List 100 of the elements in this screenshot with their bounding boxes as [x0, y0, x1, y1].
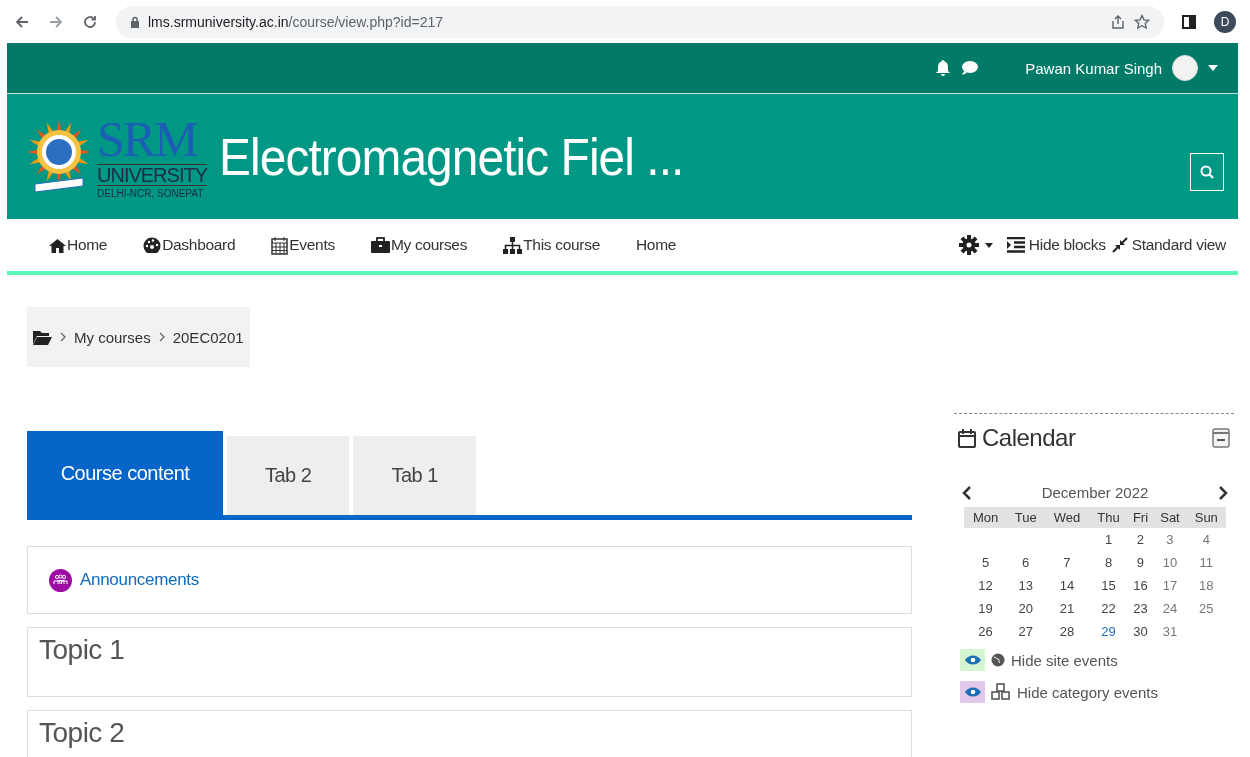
calendar-day[interactable]: 8 [1089, 551, 1128, 574]
calendar-day[interactable]: 22 [1089, 597, 1128, 620]
calendar-icon [271, 235, 289, 255]
lock-icon [130, 15, 140, 28]
caret-icon[interactable] [984, 242, 993, 248]
weekday-header: Fri [1127, 507, 1154, 528]
topic-title: Topic 1 [39, 634, 126, 666]
gauge-icon [143, 237, 162, 253]
nav-link[interactable]: Hide blocks [1006, 236, 1106, 254]
url-text: lms.srmuniversity.ac.in/course/view.php?id=217 [148, 13, 444, 30]
calendar-day[interactable]: 10 [1153, 551, 1187, 574]
calendar-day[interactable]: 1 [1089, 528, 1128, 551]
nav-link[interactable]: Home [635, 236, 677, 254]
chat-icon[interactable] [961, 60, 980, 76]
weekday-header: Wed [1044, 507, 1090, 528]
sitemap-icon [503, 236, 523, 254]
reload-icon[interactable] [82, 13, 98, 30]
eye-toggle[interactable] [960, 681, 985, 703]
topic-title: Topic 2 [39, 717, 126, 749]
profile-avatar[interactable]: D [1214, 10, 1236, 33]
calendar-day[interactable]: 25 [1186, 597, 1226, 620]
share-icon[interactable] [1110, 13, 1126, 30]
eye-icon [964, 687, 981, 697]
search-button[interactable] [1190, 152, 1224, 191]
indent-icon [1006, 237, 1025, 253]
calendar-day[interactable]: 17 [1153, 574, 1187, 597]
side-panel-icon[interactable] [1182, 14, 1196, 29]
calendar-day[interactable]: 13 [1007, 574, 1045, 597]
nav-link[interactable]: Home [49, 236, 108, 254]
address-bar[interactable]: lms.srmuniversity.ac.in/course/view.php?id=217 [116, 5, 1164, 38]
logo-subtitle: UNIVERSITY [97, 164, 208, 186]
nav-link[interactable]: Standard view [1111, 236, 1226, 254]
chevron-left-icon[interactable] [962, 485, 972, 500]
nav-link[interactable]: Events [271, 235, 335, 255]
weekday-header: Sat [1153, 507, 1187, 528]
calendar-day[interactable]: 7 [1044, 551, 1090, 574]
month-label: December 2022 [1041, 484, 1149, 501]
weekday-header: Sun [1186, 507, 1226, 528]
breadcrumb-link[interactable]: My courses [74, 328, 151, 346]
calendar-day[interactable]: 2 [1127, 528, 1154, 551]
calendar-day[interactable]: 18 [1186, 574, 1226, 597]
calendar-day[interactable]: 28 [1044, 620, 1090, 643]
activity-link[interactable]: Announcements [80, 570, 199, 590]
calendar-day[interactable]: 16 [1127, 574, 1154, 597]
breadcrumb-link[interactable]: 20EC0201 [172, 328, 244, 346]
minimize-icon[interactable] [1212, 428, 1230, 448]
filter-link[interactable]: Hide category events [1017, 683, 1158, 701]
nav-link[interactable]: This course [503, 236, 600, 254]
nav-link[interactable]: Dashboard [143, 236, 236, 254]
nav-link[interactable]: My courses [370, 236, 468, 254]
university-logo[interactable]: SRM UNIVERSITY DELHI-NCR, SONEPAT [25, 111, 208, 202]
compress-arrows-icon [1111, 237, 1128, 253]
calendar-day[interactable]: 15 [1089, 574, 1128, 597]
calendar-day[interactable]: 20 [1007, 597, 1045, 620]
calendar-day[interactable]: 31 [1153, 620, 1187, 643]
calendar-day[interactable]: 21 [1044, 597, 1090, 620]
chevron-icon [158, 332, 165, 342]
search-icon [1200, 164, 1214, 179]
people-icon [53, 574, 68, 586]
calendar-day[interactable]: 27 [1007, 620, 1045, 643]
logo-location: DELHI-NCR, SONEPAT [97, 189, 205, 199]
calendar-day[interactable]: 3 [1153, 528, 1187, 551]
gear-icon[interactable] [958, 235, 979, 255]
eye-toggle[interactable] [960, 649, 985, 671]
calendar-day[interactable]: 11 [1186, 551, 1226, 574]
calendar-day[interactable]: 29 [1089, 620, 1128, 643]
calendar-day[interactable]: 5 [964, 551, 1008, 574]
forward-icon[interactable] [48, 13, 64, 30]
globe-icon [991, 653, 1005, 667]
calendar-day[interactable]: 14 [1044, 574, 1090, 597]
briefcase-icon [370, 237, 390, 253]
tab[interactable]: Tab 1 [353, 436, 476, 515]
calendar-day[interactable]: 30 [1127, 620, 1154, 643]
calendar-icon [958, 428, 976, 448]
cubes-icon [991, 683, 1011, 701]
back-icon[interactable] [14, 13, 30, 30]
user-avatar[interactable] [1172, 55, 1198, 81]
bell-icon[interactable] [935, 59, 952, 77]
user-name[interactable]: Pawan Kumar Singh [1025, 59, 1162, 77]
filter-link[interactable]: Hide site events [1011, 651, 1118, 669]
block-title: Calendar [982, 424, 1077, 452]
calendar-day[interactable]: 24 [1153, 597, 1187, 620]
chevron-icon [60, 332, 66, 342]
chevron-right-icon[interactable] [1218, 485, 1228, 500]
calendar-day[interactable]: 19 [964, 597, 1008, 620]
folder-icon[interactable] [33, 329, 52, 345]
weekday-header: Mon [964, 507, 1008, 528]
logo-wordmark: SRM [97, 114, 199, 164]
weekday-header: Tue [1007, 507, 1045, 528]
tab[interactable]: Course content [27, 431, 223, 515]
calendar-day[interactable]: 6 [1007, 551, 1045, 574]
course-title: Electromagnetic Fiel ... [219, 126, 685, 187]
star-icon[interactable] [1134, 13, 1150, 30]
calendar-day[interactable]: 4 [1186, 528, 1226, 551]
calendar-day[interactable]: 9 [1127, 551, 1154, 574]
eye-icon [964, 655, 981, 665]
calendar-day[interactable]: 26 [964, 620, 1008, 643]
calendar-day[interactable]: 23 [1127, 597, 1154, 620]
calendar-day[interactable]: 12 [964, 574, 1008, 597]
tab[interactable]: Tab 2 [227, 436, 350, 515]
